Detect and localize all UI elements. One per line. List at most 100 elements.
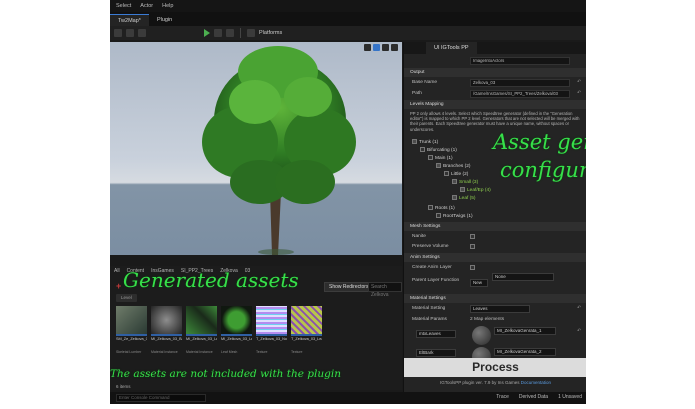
section-output[interactable]: Output — [404, 68, 586, 77]
reset-icon[interactable]: ↶ — [577, 77, 581, 88]
reset-icon[interactable]: ↶ — [577, 88, 581, 99]
breadcrumb-item[interactable]: SI_PP2_Trees — [181, 268, 213, 274]
content-icon[interactable] — [138, 29, 146, 37]
breadcrumb-item[interactable]: All — [114, 268, 120, 274]
reset-icon[interactable]: ↶ — [577, 326, 581, 337]
add-asset-button[interactable]: + — [116, 282, 125, 291]
platforms-button[interactable]: Platforms — [259, 30, 282, 36]
parent-layer-row: Parent Layer Function None New — [404, 272, 586, 288]
asset-type: Material Instance — [151, 350, 178, 354]
section-levels-mapping[interactable]: Levels Mapping — [404, 100, 586, 109]
parent-layer-new-button[interactable]: New — [470, 279, 488, 287]
asset-thumbnail — [291, 306, 322, 336]
trace-button[interactable]: Trace — [496, 394, 509, 400]
preserve-volume-row: Preserve Volume — [404, 241, 586, 252]
checkbox-icon[interactable] — [428, 205, 433, 211]
documentation-link[interactable]: Documentation — [521, 380, 551, 385]
asset-type: Leaf Mesh — [221, 350, 238, 354]
top-row: ImageIntoActors — [404, 55, 586, 66]
tab-map[interactable]: Tw2Map* — [110, 14, 149, 26]
breadcrumb-item[interactable]: Content — [127, 268, 145, 274]
console-command-input[interactable]: Enter Console Command — [116, 394, 206, 402]
tree-node[interactable]: Small (3) — [452, 179, 478, 187]
asset-tile[interactable]: MI_Zelkova_03_Leaf Leaf Mesh — [221, 306, 252, 354]
asset-type: Texture — [291, 350, 303, 354]
show-redirectors-button[interactable]: Show Redirectors — [324, 282, 374, 292]
tab-plugin[interactable]: Plugin — [149, 14, 180, 26]
select-mode-icon[interactable] — [364, 44, 371, 51]
create-anim-layer-checkbox[interactable] — [470, 265, 475, 270]
mode-icon[interactable] — [126, 29, 134, 37]
section-material-settings[interactable]: Material Settings — [404, 294, 586, 303]
tree-node[interactable]: Leaf/Ep (4) — [460, 187, 491, 195]
path-row: Path /Game/InsGames/SI_PP2_Trees/Zelkova… — [404, 88, 586, 99]
asset-tile[interactable]: T_Zelkova_03_Normal_leaf_mask Texture — [256, 306, 287, 354]
material-params-count: 2 Map elements — [470, 317, 505, 322]
asset-tile[interactable]: MI_Zelkova_03_Bark_x Material Instance — [151, 306, 182, 354]
asset-tile[interactable]: MI_Zelkova_03_Leaves_x Material Instance — [186, 306, 217, 354]
base-name-field[interactable]: Zelkova_03 — [470, 78, 570, 87]
unsaved-indicator[interactable]: 1 Unsaved — [558, 394, 582, 400]
tree-node[interactable]: Bifurcating (1) — [420, 147, 457, 155]
tree-node[interactable]: Branches (2) — [436, 163, 470, 171]
menu-help[interactable]: Help — [162, 3, 173, 9]
asset-search-input[interactable]: Search Zelkova — [368, 282, 402, 298]
breadcrumb-item[interactable]: Zelkova — [220, 268, 238, 274]
menu-bar: Select Actor Help — [110, 0, 586, 12]
platforms-icon[interactable] — [247, 29, 255, 37]
asset-type: Skeletal Lumber — [116, 350, 142, 354]
checkbox-icon[interactable] — [420, 147, 425, 153]
bark-material-dropdown[interactable]: MI_ZelkovaGenrata_2 — [494, 348, 556, 356]
checkbox-icon[interactable] — [436, 213, 441, 219]
top-value-field[interactable]: ImageIntoActors — [470, 56, 570, 65]
nanite-checkbox[interactable] — [470, 234, 475, 239]
scale-icon[interactable] — [391, 44, 398, 51]
filter-chip[interactable]: Level — [116, 294, 137, 302]
tab-igtools[interactable]: UI IGTools PP — [426, 42, 477, 54]
checkbox-icon[interactable] — [428, 155, 433, 161]
process-button[interactable]: Process — [404, 358, 586, 377]
breadcrumb-item[interactable]: 03 — [245, 268, 251, 274]
reset-icon[interactable]: ↶ — [577, 303, 581, 314]
tree-node[interactable]: Leaf (5) — [452, 195, 476, 203]
breadcrumb-item[interactable]: InsGames — [151, 268, 174, 274]
checkbox-icon[interactable] — [436, 163, 441, 169]
checkbox-icon[interactable] — [412, 139, 417, 145]
tree-node[interactable]: RootTwigs (1) — [436, 213, 473, 221]
leaves-key-field[interactable]: mtxLeaves — [416, 330, 456, 338]
menu-actor[interactable]: Actor — [140, 3, 153, 9]
material-params-label: Material Params — [412, 317, 447, 322]
preserve-volume-checkbox[interactable] — [470, 244, 475, 249]
material-params-row: Material Params 2 Map elements — [404, 314, 586, 325]
parent-layer-dropdown[interactable]: None — [492, 273, 554, 281]
asset-tile[interactable]: T_Zelkova_03_Leaf_Alb Texture — [291, 306, 322, 354]
checkbox-icon[interactable] — [460, 187, 465, 193]
material-setting-dropdown[interactable]: Leaves — [470, 304, 530, 313]
stop-icon[interactable] — [226, 29, 234, 37]
rotate-icon[interactable] — [382, 44, 389, 51]
checkbox-icon[interactable] — [452, 179, 457, 185]
play-icon[interactable] — [204, 29, 210, 37]
menu-select[interactable]: Select — [116, 3, 131, 9]
checkbox-icon[interactable] — [452, 195, 457, 201]
tree-node[interactable]: Main (1) — [428, 155, 453, 163]
asset-thumbnail — [186, 306, 217, 336]
bark-key-field[interactable]: EltBark — [416, 349, 456, 357]
asset-tile[interactable]: SM_Ze_Zelkova_03_Lod_x Skeletal Lumber — [116, 306, 147, 354]
derived-data-button[interactable]: Derived Data — [519, 394, 548, 400]
editor-window: Select Actor Help Tw2Map* Plugin Platfor… — [110, 0, 586, 404]
pause-icon[interactable] — [214, 29, 222, 37]
path-field[interactable]: /Game/InsGames/SI_PP2_Trees/Zelkova/03 — [470, 89, 570, 98]
translate-icon[interactable] — [373, 44, 380, 51]
tree-node[interactable]: Little (2) — [444, 171, 468, 179]
leaves-material-dropdown[interactable]: MI_ZelkovaGenrata_1 — [494, 327, 556, 335]
checkbox-icon[interactable] — [444, 171, 449, 177]
tree-node[interactable]: Trunk (1) — [412, 139, 438, 147]
section-mesh-settings[interactable]: Mesh Settings — [404, 222, 586, 231]
tree-node[interactable]: Roots (1) — [428, 205, 455, 213]
level-viewport[interactable] — [110, 42, 402, 255]
item-count: 6 items — [116, 384, 131, 389]
section-anim-settings[interactable]: Anim Settings — [404, 253, 586, 262]
save-icon[interactable] — [114, 29, 122, 37]
plugin-version: IGToolsPP plugin ver. 7.9 by Ins Games — [439, 380, 520, 385]
